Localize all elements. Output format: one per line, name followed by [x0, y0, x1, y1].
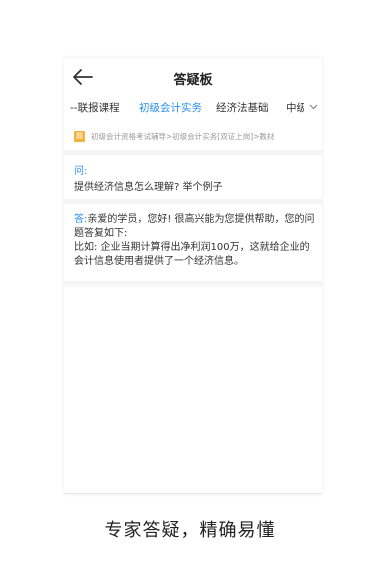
tab-joint-courses[interactable]: --联报课程 [70, 100, 120, 115]
breadcrumb-text: 初级会计资格考试辅导>初级会计实务[双证上岗]>教材 [91, 131, 275, 141]
answer-label: 答: [74, 214, 88, 225]
promo-caption: 专家答疑，精确易懂 [104, 520, 276, 541]
divider [64, 150, 322, 155]
breadcrumb[interactable]: 题 初级会计资格考试辅导>初级会计实务[双证上岗]>教材 [74, 129, 318, 143]
answer-body: 比如: 企业当期计算得出净利润100万，这就给企业的会计信息使用者提供了一个经济… [74, 242, 310, 267]
question-badge: 题 [74, 130, 85, 142]
question-text: 提供经济信息怎么理解? 举个例子 [74, 182, 223, 193]
tab-junior-accounting[interactable]: 初级会计实务 [139, 100, 202, 115]
tab-intermediate[interactable]: 中级 [286, 100, 304, 115]
page-title: 答疑板 [173, 73, 213, 88]
question-label: 问: [74, 166, 88, 177]
answer-block: 答:亲爱的学员，您好! 很高兴能为您提供帮助，您的问题答复如下: 比如: 企业当… [74, 213, 318, 269]
header: 答疑板 [64, 58, 322, 96]
category-tabs: --联报课程 初级会计实务 经济法基础 中级 [64, 96, 322, 120]
tab-economic-law[interactable]: 经济法基础 [216, 100, 269, 115]
app-screen: 答疑板 --联报课程 初级会计实务 经济法基础 中级 题 初级会计资格考试辅导>… [64, 58, 322, 494]
content-bottom-edge [64, 281, 322, 287]
answer-greeting: 亲爱的学员，您好! 很高兴能为您提供帮助，您的问题答复如下: [74, 214, 315, 239]
chevron-down-icon[interactable] [309, 104, 318, 110]
divider [64, 199, 322, 204]
